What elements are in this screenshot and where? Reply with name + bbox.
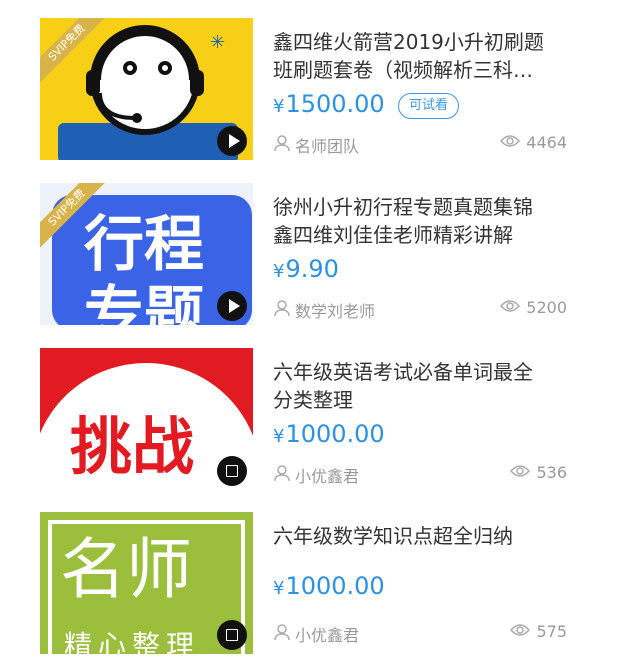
play-icon	[217, 126, 247, 156]
view-count: 4464	[500, 133, 567, 152]
document-icon	[217, 456, 247, 486]
author: 小优鑫君	[273, 622, 359, 646]
course-title[interactable]: 鑫四维火箭营2019小升初刷题 班刷题套卷（视频解析三科…	[273, 28, 583, 84]
user-icon	[273, 464, 291, 486]
author: 数学刘老师	[273, 298, 375, 322]
svg-text:✳: ✳	[210, 32, 225, 53]
cover-subtitle: 专题	[84, 280, 204, 325]
user-icon	[273, 299, 291, 321]
document-icon	[217, 620, 247, 650]
view-count: 575	[510, 622, 567, 641]
course-card-3[interactable]: 挑战 六年级英语考试必备单词最全 分类整理 ¥1000.00 小优鑫君 536	[0, 348, 640, 498]
course-card-4[interactable]: 名师 精心整理 六年级数学知识点超全归纳 ¥1000.00 小优鑫君 575	[0, 512, 640, 662]
course-price: ¥9.90	[273, 255, 339, 283]
cover-subtitle: 精心整理	[64, 629, 201, 655]
course-title[interactable]: 徐州小升初行程专题真题集锦 鑫四维刘佳佳老师精彩讲解	[273, 193, 583, 249]
cover-title: 名师	[60, 531, 192, 608]
course-title[interactable]: 六年级英语考试必备单词最全 分类整理	[273, 358, 583, 414]
course-price: ¥1000.00	[273, 420, 385, 448]
course-thumbnail[interactable]: ✳ SVIP免费	[40, 18, 253, 160]
user-icon	[273, 623, 291, 645]
view-count: 5200	[500, 298, 567, 317]
course-title[interactable]: 六年级数学知识点超全归纳	[273, 522, 583, 550]
user-icon	[273, 134, 291, 156]
author: 小优鑫君	[273, 463, 359, 487]
eye-icon	[510, 622, 531, 641]
eye-icon	[500, 133, 521, 152]
course-card-1[interactable]: ✳ SVIP免费 鑫四维火箭营2019小升初刷题 班刷题套卷（视频解析三科… ¥…	[0, 18, 640, 168]
cover-title: 行程	[84, 210, 204, 280]
cover-title: 挑战	[70, 410, 195, 483]
eye-icon	[510, 463, 531, 482]
course-thumbnail[interactable]: 行程 专题 SVIP免费	[40, 183, 253, 325]
course-price: ¥1000.00	[273, 572, 385, 600]
play-icon	[217, 291, 247, 321]
eye-icon	[500, 298, 521, 317]
author: 名师团队	[273, 133, 359, 157]
course-thumbnail[interactable]: 挑战	[40, 348, 253, 490]
trial-badge[interactable]: 可试看	[398, 93, 460, 119]
course-price: ¥1500.00	[273, 90, 385, 118]
course-thumbnail[interactable]: 名师 精心整理	[40, 512, 253, 654]
view-count: 536	[510, 463, 567, 482]
course-card-2[interactable]: 行程 专题 SVIP免费 徐州小升初行程专题真题集锦 鑫四维刘佳佳老师精彩讲解 …	[0, 183, 640, 333]
